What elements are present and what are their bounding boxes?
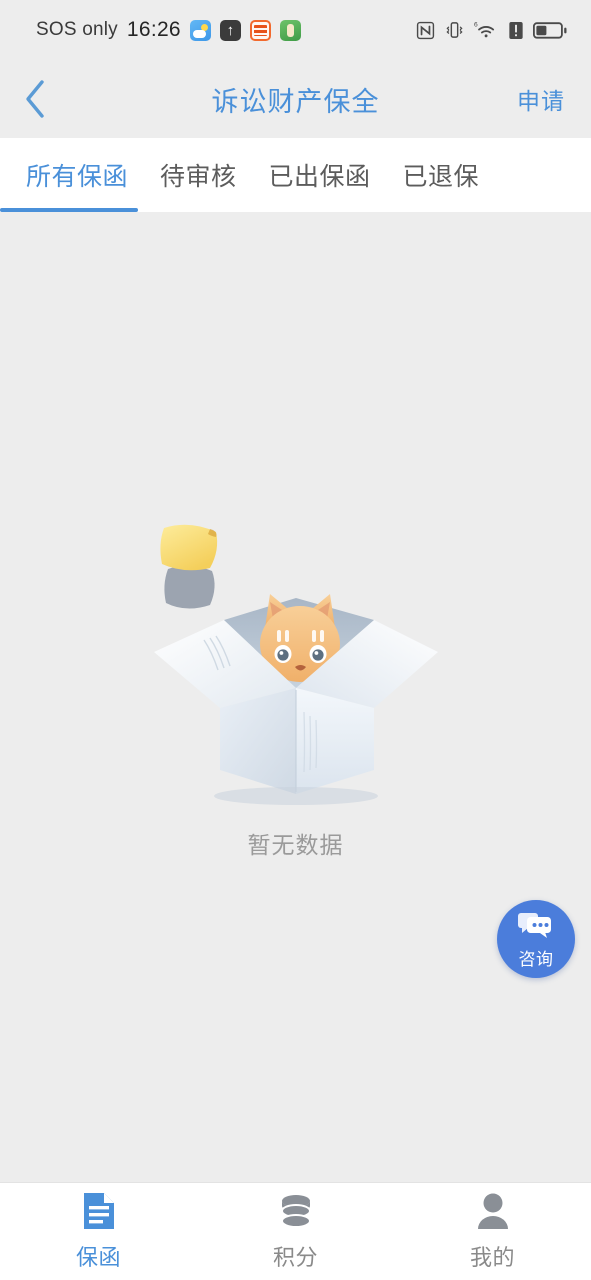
apply-button[interactable]: 申请 — [517, 82, 565, 116]
bottom-nav-label-mine: 我的 — [469, 1244, 515, 1270]
signal-alert-icon — [509, 21, 523, 39]
tab-bar: 所有保函 待审核 已出保函 已退保 — [0, 138, 591, 212]
bottom-nav-item-guarantee[interactable]: 保函 — [0, 1183, 197, 1280]
consult-float-button[interactable]: 咨询 — [497, 900, 575, 978]
bottom-navigation: 保函 积分 我的 — [0, 1182, 591, 1280]
empty-state: 暂无数据 — [0, 512, 591, 860]
phone-screen: SOS only 16:26 6 — [0, 0, 591, 1280]
nfc-icon — [416, 21, 435, 39]
orange-app-icon — [249, 19, 271, 41]
coin-stack-icon — [277, 1192, 315, 1235]
bottom-nav-label-guarantee: 保函 — [75, 1244, 121, 1270]
tab-issued[interactable]: 已出保函 — [253, 138, 387, 212]
upload-arrow-icon — [219, 19, 241, 41]
vibrate-icon — [446, 22, 463, 38]
status-bar: SOS only 16:26 6 — [0, 0, 591, 60]
svg-text:6: 6 — [474, 22, 478, 29]
content-area: 暂无数据 咨询 — [0, 212, 591, 1182]
cat-in-open-box-illustration — [146, 512, 446, 812]
tab-refunded[interactable]: 已退保 — [387, 138, 496, 212]
chat-bubbles-icon — [517, 911, 555, 944]
empty-box-svg — [153, 524, 438, 805]
document-icon — [82, 1192, 116, 1235]
navigation-header: 诉讼财产保全 申请 — [0, 60, 591, 138]
bottom-nav-item-points[interactable]: 积分 — [197, 1183, 394, 1280]
status-bar-right: 6 — [416, 20, 567, 40]
page-title: 诉讼财产保全 — [211, 86, 380, 117]
bottom-nav-item-mine[interactable]: 我的 — [394, 1183, 591, 1280]
green-app-icon — [279, 19, 301, 41]
weather-app-icon — [189, 19, 211, 41]
status-bar-left: SOS only 16:26 — [36, 18, 301, 42]
bottom-nav-label-points: 积分 — [272, 1244, 318, 1270]
tab-pending-review[interactable]: 待审核 — [144, 138, 253, 212]
tab-all-guarantees[interactable]: 所有保函 — [0, 138, 144, 212]
clock-label: 16:26 — [126, 18, 181, 41]
wifi-6-icon: 6 — [474, 22, 495, 38]
consult-label: 咨询 — [518, 949, 554, 969]
person-icon — [476, 1192, 510, 1235]
empty-state-text: 暂无数据 — [247, 832, 344, 858]
battery-icon — [533, 21, 567, 39]
carrier-label: SOS only — [36, 19, 118, 40]
